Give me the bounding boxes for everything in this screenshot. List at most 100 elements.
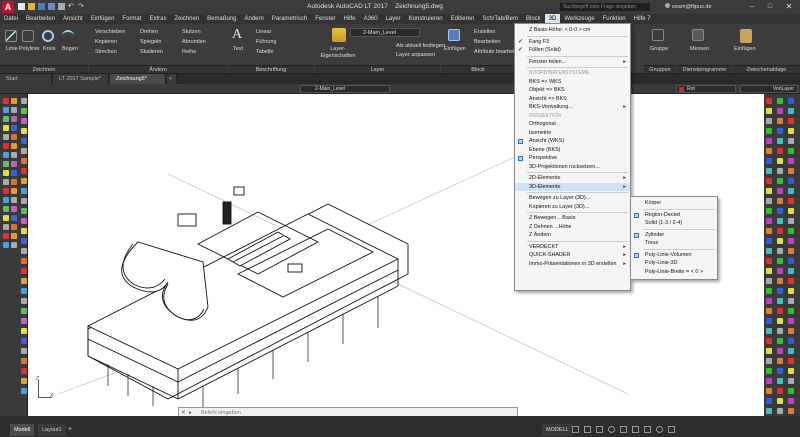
- left-tool-icon[interactable]: [21, 238, 27, 244]
- left-tool-icon[interactable]: [3, 242, 9, 248]
- menu-item[interactable]: Ansicht (WKS): [515, 137, 630, 146]
- right-tool-icon[interactable]: [766, 308, 772, 314]
- right-tool-icon[interactable]: [777, 178, 783, 184]
- menu-item[interactable]: Objekt => BKS: [515, 86, 630, 95]
- ribbon-measure[interactable]: Messen: [690, 46, 709, 53]
- right-tool-icon[interactable]: [766, 238, 772, 244]
- left-tool-icon[interactable]: [3, 179, 9, 185]
- right-tool-icon[interactable]: [777, 188, 783, 194]
- ribbon-text[interactable]: Text: [233, 46, 243, 53]
- ribbon-rotate[interactable]: Drehen: [140, 29, 158, 36]
- ribbon-trim[interactable]: Stutzen: [182, 29, 201, 36]
- right-tool-icon[interactable]: [777, 328, 783, 334]
- text-icon[interactable]: A: [232, 28, 242, 42]
- ribbon-stretch[interactable]: Strecken: [95, 49, 117, 56]
- right-tool-icon[interactable]: [766, 228, 772, 234]
- menu-21[interactable]: Hilfe 7: [630, 14, 655, 24]
- menu-2[interactable]: Ansicht: [59, 14, 87, 24]
- left-tool-icon[interactable]: [21, 208, 27, 214]
- new-tab-button[interactable]: +: [167, 74, 177, 84]
- left-tool-icon[interactable]: [21, 178, 27, 184]
- right-tool-icon[interactable]: [777, 148, 783, 154]
- right-tool-icon[interactable]: [788, 358, 794, 364]
- left-tool-icon[interactable]: [11, 98, 17, 104]
- left-tool-icon[interactable]: [11, 197, 17, 203]
- open-icon[interactable]: [28, 3, 35, 10]
- right-tool-icon[interactable]: [788, 248, 794, 254]
- panel-modify[interactable]: Ändern: [89, 65, 227, 73]
- right-tool-icon[interactable]: [788, 348, 794, 354]
- line-icon[interactable]: [5, 30, 17, 42]
- ribbon-layer-properties[interactable]: Layer-Eigenschaften: [318, 46, 358, 60]
- right-tool-icon[interactable]: [777, 358, 783, 364]
- right-tool-icon[interactable]: [766, 378, 772, 384]
- right-tool-icon[interactable]: [788, 258, 794, 264]
- menu-14[interactable]: Konstruieren: [405, 14, 447, 24]
- right-tool-icon[interactable]: [777, 128, 783, 134]
- right-tool-icon[interactable]: [777, 368, 783, 374]
- menu-15[interactable]: Editieren: [447, 14, 479, 24]
- menu-item[interactable]: QUICK-SHADER ▸: [515, 251, 630, 260]
- left-tool-icon[interactable]: [21, 278, 27, 284]
- menu-10[interactable]: Fenster: [311, 14, 339, 24]
- right-tool-icon[interactable]: [788, 318, 794, 324]
- right-tool-icon[interactable]: [766, 218, 772, 224]
- left-tool-icon[interactable]: [21, 348, 27, 354]
- right-tool-icon[interactable]: [788, 158, 794, 164]
- right-tool-icon[interactable]: [788, 408, 794, 414]
- ribbon-circle[interactable]: Kreis: [43, 46, 56, 53]
- left-tool-icon[interactable]: [21, 268, 27, 274]
- right-tool-icon[interactable]: [777, 388, 783, 394]
- left-tool-icon[interactable]: [21, 228, 27, 234]
- menu-6[interactable]: Zeichnen: [170, 14, 203, 24]
- app-logo-icon[interactable]: A: [2, 1, 14, 13]
- left-tool-icon[interactable]: [21, 118, 27, 124]
- layer-select[interactable]: 2-Main_Level: [300, 85, 390, 93]
- ribbon-layer-match[interactable]: Layer anpassen: [396, 52, 435, 59]
- right-tool-icon[interactable]: [788, 138, 794, 144]
- right-tool-icon[interactable]: [766, 128, 772, 134]
- right-tool-icon[interactable]: [788, 118, 794, 124]
- save-icon[interactable]: [38, 3, 45, 10]
- left-tool-icon[interactable]: [11, 233, 17, 239]
- panel-layer[interactable]: Layer: [315, 65, 440, 73]
- right-tool-icon[interactable]: [777, 98, 783, 104]
- left-tool-icon[interactable]: [3, 116, 9, 122]
- left-tool-icon[interactable]: [21, 368, 27, 374]
- close-button[interactable]: ✕: [780, 2, 798, 12]
- menu-item[interactable]: Poly-Linie-3D: [631, 259, 717, 268]
- right-tool-icon[interactable]: [777, 298, 783, 304]
- right-tool-icon[interactable]: [777, 408, 783, 414]
- menu-item[interactable]: Zylinder: [631, 231, 717, 240]
- right-tool-icon[interactable]: [777, 348, 783, 354]
- right-tool-icon[interactable]: [766, 298, 772, 304]
- tab-start[interactable]: Start: [0, 74, 52, 84]
- polar-icon[interactable]: [608, 426, 615, 433]
- customize-icon[interactable]: [668, 426, 675, 433]
- ribbon-insert[interactable]: Einfügen: [444, 46, 466, 53]
- panel-block[interactable]: Block: [441, 65, 515, 73]
- right-tool-icon[interactable]: [777, 168, 783, 174]
- menu-item[interactable]: Fenster teilen... ▸: [515, 58, 630, 67]
- workspace-gear-icon[interactable]: [656, 426, 663, 433]
- right-tool-icon[interactable]: [788, 288, 794, 294]
- layer-properties-icon[interactable]: [332, 28, 346, 42]
- right-tool-icon[interactable]: [777, 118, 783, 124]
- left-tool-icon[interactable]: [11, 224, 17, 230]
- ribbon-group[interactable]: Gruppe: [650, 46, 668, 53]
- right-tool-icon[interactable]: [777, 398, 783, 404]
- left-tool-icon[interactable]: [21, 138, 27, 144]
- snap-icon[interactable]: [584, 426, 591, 433]
- left-tool-icon[interactable]: [21, 98, 27, 104]
- saveas-icon[interactable]: [48, 3, 55, 10]
- panel-groups[interactable]: Gruppen: [644, 65, 676, 73]
- left-tool-icon[interactable]: [3, 233, 9, 239]
- left-tool-icon[interactable]: [11, 143, 17, 149]
- menu-1[interactable]: Bearbeiten: [22, 14, 59, 24]
- right-tool-icon[interactable]: [777, 278, 783, 284]
- right-tool-icon[interactable]: [788, 238, 794, 244]
- menu-item[interactable]: Z Bewegen ...Basis: [515, 214, 630, 223]
- right-tool-icon[interactable]: [788, 188, 794, 194]
- menu-5[interactable]: Extras: [145, 14, 170, 24]
- menu-item[interactable]: Füllen (Solid) ✔: [515, 46, 630, 55]
